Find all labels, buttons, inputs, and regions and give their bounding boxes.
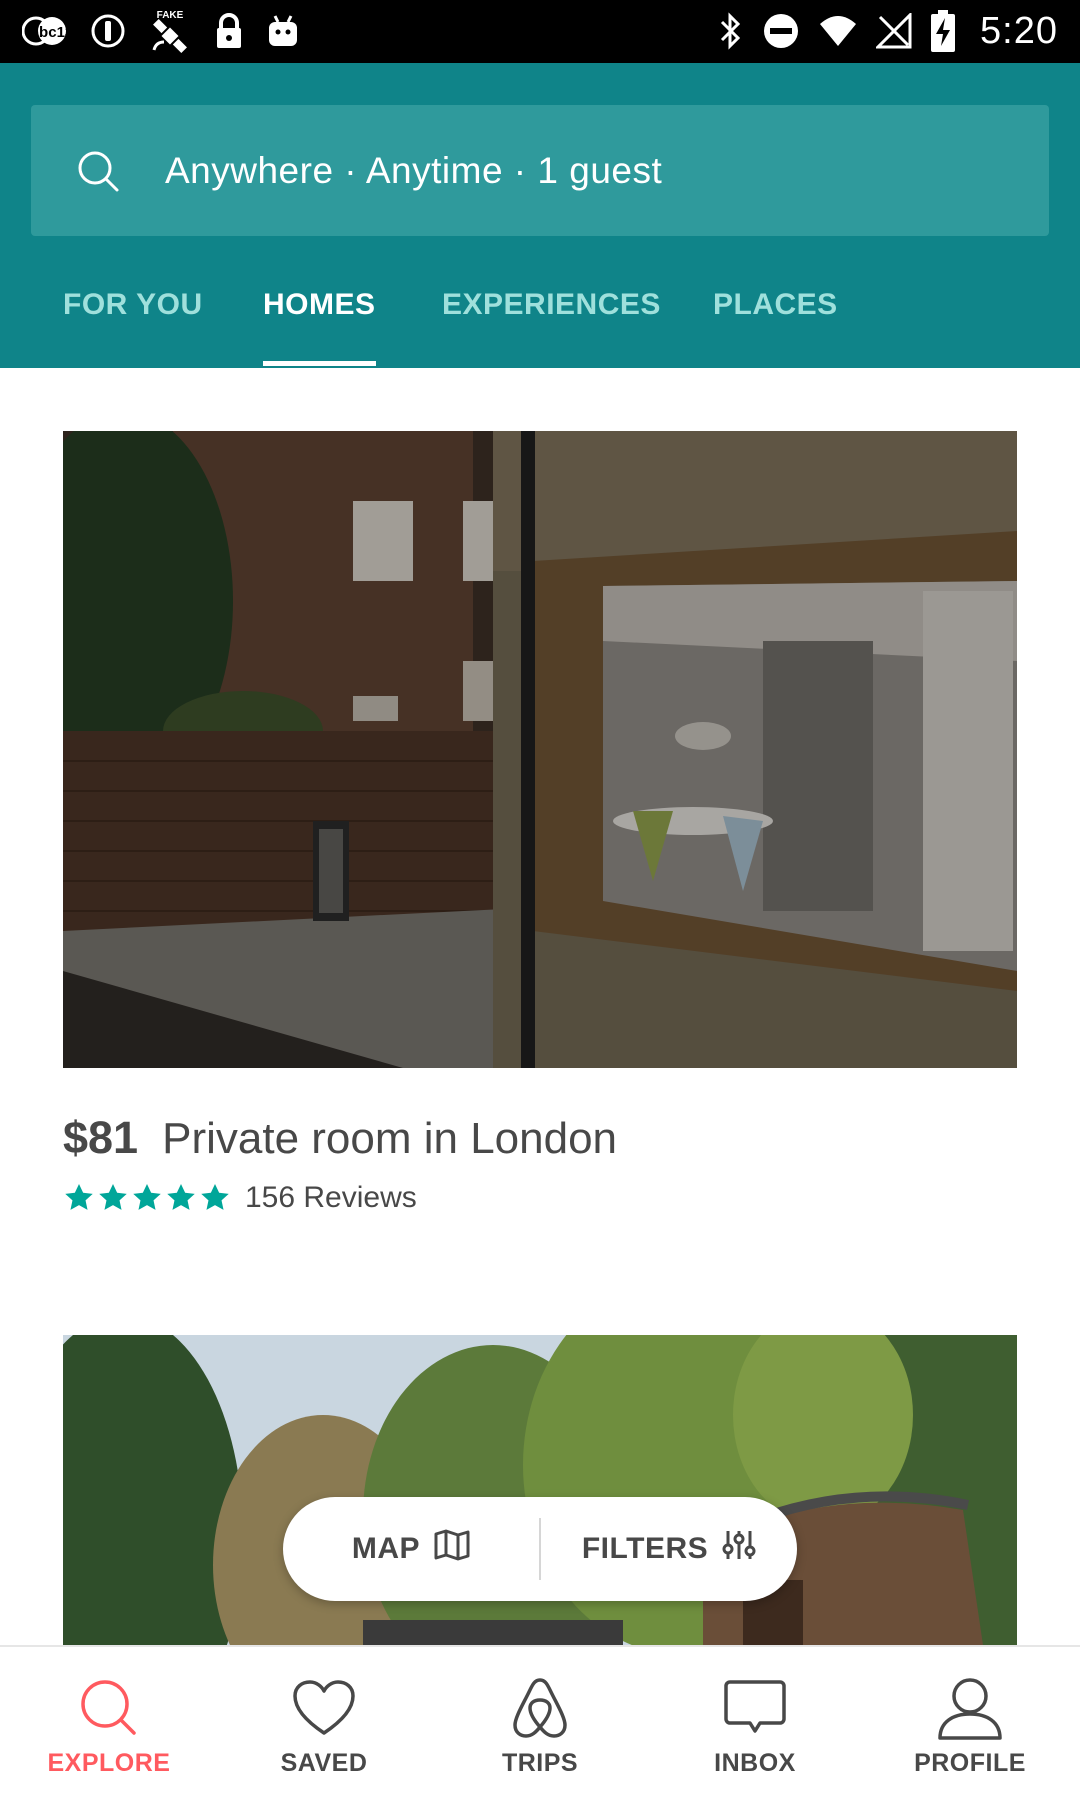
star-icon: [65, 1184, 93, 1210]
map-button[interactable]: MAP: [283, 1497, 539, 1601]
nav-profile[interactable]: PROFILE: [880, 1647, 1060, 1794]
status-left-icons: abc13 FAKE: [22, 8, 300, 54]
star-icon: [133, 1184, 161, 1210]
search-summary-text: Anywhere · Anytime · 1 guest: [165, 149, 663, 191]
status-bar: abc13 FAKE: [0, 0, 1080, 63]
nav-explore[interactable]: EXPLORE: [19, 1647, 199, 1794]
abc-13-app-icon: abc13: [22, 15, 68, 47]
search-icon: [74, 1675, 144, 1741]
status-right-icons: 5:20: [718, 8, 1058, 54]
info-circle-icon: [90, 13, 126, 49]
fake-gps-satellite-icon: FAKE: [148, 8, 192, 54]
no-signal-icon: [876, 13, 912, 49]
fake-label: FAKE: [157, 10, 184, 21]
category-tabs: FOR YOU HOMES EXPERIENCES PLACES: [0, 268, 1080, 368]
nav-inbox[interactable]: INBOX: [665, 1647, 845, 1794]
star-icon: [167, 1184, 195, 1210]
nav-trips[interactable]: TRIPS: [450, 1647, 630, 1794]
star-rating: [63, 1182, 231, 1214]
wifi-icon: [818, 14, 858, 48]
listing-photo[interactable]: [63, 431, 1017, 1068]
map-filters-pill: MAP FILTERS: [283, 1497, 797, 1601]
sliders-icon: [722, 1529, 756, 1569]
nav-label: INBOX: [714, 1749, 796, 1777]
heart-icon: [289, 1675, 359, 1741]
bottom-navigation: EXPLORE SAVED TRIPS INBOX PROFILE: [0, 1645, 1080, 1794]
tab-for-you[interactable]: FOR YOU: [63, 268, 203, 368]
search-bar[interactable]: Anywhere · Anytime · 1 guest: [31, 105, 1049, 236]
explore-header: Anywhere · Anytime · 1 guest FOR YOU HOM…: [0, 63, 1080, 368]
nav-label: EXPLORE: [47, 1749, 171, 1777]
tab-label: HOMES: [263, 288, 376, 321]
status-time: 5:20: [980, 9, 1058, 52]
android-icon: [266, 14, 300, 48]
tab-label: FOR YOU: [63, 288, 203, 321]
battery-charging-icon: [930, 10, 956, 52]
filters-label: FILTERS: [581, 1532, 709, 1565]
airbnb-logo-icon: [505, 1675, 575, 1741]
star-icon: [201, 1184, 229, 1210]
star-icon: [99, 1184, 127, 1210]
lock-icon: [214, 12, 244, 50]
tab-homes[interactable]: HOMES: [263, 268, 376, 368]
person-icon: [935, 1675, 1005, 1741]
listing-rating: 156 Reviews: [63, 1181, 417, 1215]
tab-experiences[interactable]: EXPERIENCES: [442, 268, 661, 368]
bluetooth-icon: [718, 12, 744, 50]
filters-button[interactable]: FILTERS: [541, 1497, 797, 1601]
do-not-disturb-icon: [762, 12, 800, 50]
map-label: MAP: [351, 1532, 421, 1565]
review-count: 156 Reviews: [245, 1181, 417, 1214]
nav-label: TRIPS: [501, 1749, 579, 1777]
nav-saved[interactable]: SAVED: [234, 1647, 414, 1794]
search-icon: [73, 146, 123, 196]
tab-label: EXPERIENCES: [442, 288, 661, 321]
tab-label: PLACES: [713, 288, 838, 321]
listing-title: Private room in London: [162, 1114, 618, 1163]
tab-places[interactable]: PLACES: [713, 268, 838, 368]
nav-label: PROFILE: [914, 1749, 1026, 1777]
map-icon: [434, 1529, 470, 1569]
listing-photo-image: [63, 431, 1017, 1068]
abc-label: abc13: [31, 24, 68, 41]
listing-summary[interactable]: $81 Private room in London: [63, 1112, 617, 1164]
listing-price: $81: [63, 1112, 139, 1163]
chat-bubble-icon: [720, 1675, 790, 1741]
nav-label: SAVED: [280, 1749, 368, 1777]
